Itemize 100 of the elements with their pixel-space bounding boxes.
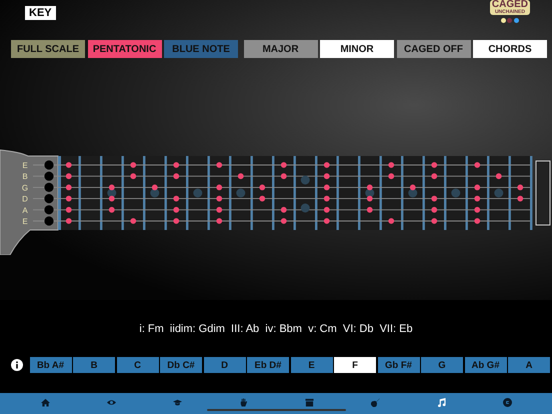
- note-dot: [431, 173, 438, 180]
- note-dot: [216, 184, 222, 190]
- inlay-dot: [300, 176, 310, 184]
- scale-mode-button[interactable]: MINOR: [320, 40, 394, 58]
- note-dot: [216, 206, 222, 213]
- note-dot: [216, 162, 222, 168]
- fretboard-end-block: [536, 160, 550, 226]
- note-dot: [216, 196, 222, 202]
- home-icon[interactable]: [40, 398, 50, 406]
- key-button[interactable]: Db C#: [160, 357, 202, 373]
- note-dot: [431, 218, 438, 224]
- key-button[interactable]: C: [116, 357, 158, 373]
- note-dot: [366, 196, 373, 202]
- open-string-dot: [44, 194, 54, 204]
- key-button[interactable]: G: [421, 357, 463, 373]
- inlay-dot: [451, 188, 460, 198]
- note-dot: [66, 184, 72, 190]
- note-dot: [66, 196, 72, 202]
- note-dot: [238, 173, 244, 180]
- note-dot: [66, 173, 72, 180]
- note-dot: [280, 162, 287, 168]
- note-dot: [130, 173, 136, 180]
- note-dot: [173, 173, 180, 180]
- string-label: G: [22, 183, 28, 192]
- note-dot: [130, 218, 136, 224]
- key-button[interactable]: Bb A#: [30, 357, 72, 373]
- inlay-dot: [236, 188, 246, 198]
- note-dot: [517, 196, 524, 202]
- note-dot: [324, 206, 330, 213]
- graduation-cap-icon[interactable]: [172, 398, 182, 406]
- key-button[interactable]: D: [204, 357, 246, 373]
- info-icon[interactable]: [11, 359, 23, 371]
- key-button[interactable]: E: [290, 357, 332, 373]
- string-label: D: [22, 194, 28, 204]
- key-button[interactable]: F: [334, 357, 376, 373]
- note-dot: [280, 218, 287, 224]
- note-dot: [366, 184, 373, 190]
- hand-icon[interactable]: [238, 398, 248, 406]
- key-button[interactable]: B: [73, 357, 115, 373]
- legend-button[interactable]: BLUE NOTE: [164, 40, 238, 58]
- string-label: B: [22, 172, 28, 182]
- note-dot: [388, 218, 394, 224]
- note-dot: [259, 184, 266, 190]
- note-dot: [474, 196, 480, 202]
- archive-box-icon[interactable]: [304, 398, 314, 406]
- legend-button[interactable]: FULL SCALE: [11, 40, 85, 58]
- note-dot: [66, 162, 72, 168]
- toggle-button[interactable]: CAGED OFF: [396, 40, 470, 58]
- toggle-button[interactable]: CHORDS: [473, 40, 547, 58]
- note-dot: [173, 206, 180, 213]
- string-label: E: [22, 161, 28, 170]
- open-string-dot: [44, 172, 54, 181]
- note-dot: [259, 196, 266, 202]
- note-dot: [324, 173, 330, 180]
- key-label: KEY: [25, 6, 56, 20]
- note-dot: [496, 173, 502, 180]
- note-dot: [474, 218, 480, 224]
- note-dot: [108, 196, 115, 202]
- open-string-dot: [44, 160, 54, 170]
- note-dot: [216, 218, 222, 224]
- key-button[interactable]: Ab G#: [464, 357, 506, 373]
- note-dot: [431, 196, 438, 202]
- note-dot: [108, 184, 115, 190]
- chord-list: i: Fm iidim: Gdim III: Ab iv: Bbm v: Cm VI: Db VII: Eb: [0, 323, 552, 335]
- inlay-dot: [300, 204, 310, 212]
- key-button[interactable]: A: [508, 357, 550, 373]
- note-dot: [410, 184, 416, 190]
- note-dot: [324, 184, 330, 190]
- note-dot: [366, 206, 373, 213]
- note-dot: [431, 206, 438, 213]
- note-dot: [108, 206, 115, 213]
- note-dot: [152, 184, 158, 190]
- guitar-icon[interactable]: [370, 398, 380, 406]
- note-dot: [173, 162, 180, 168]
- note-dot: [173, 196, 180, 202]
- note-dot: [173, 218, 180, 224]
- note-dot: [324, 218, 330, 224]
- note-dot: [324, 196, 330, 202]
- note-dot: [388, 173, 394, 180]
- string-label: A: [22, 206, 28, 215]
- inlay-dot: [494, 188, 504, 198]
- music-note-icon[interactable]: [436, 398, 446, 406]
- open-string-dot: [44, 182, 54, 192]
- note-dot: [388, 162, 394, 168]
- key-button[interactable]: Eb D#: [247, 357, 289, 373]
- legend-button[interactable]: PENTATONIC: [88, 40, 162, 58]
- note-dot: [517, 184, 524, 190]
- note-dot: [66, 218, 72, 224]
- open-string-dot: [44, 205, 54, 214]
- eye-icon[interactable]: [106, 398, 116, 406]
- note-dot: [474, 184, 480, 190]
- key-button[interactable]: Gb F#: [378, 357, 420, 373]
- note-dot: [324, 162, 330, 168]
- note-dot: [66, 206, 72, 213]
- circle-c-icon[interactable]: [502, 398, 512, 406]
- string-label: E: [22, 217, 28, 226]
- note-dot: [280, 206, 287, 213]
- note-dot: [431, 162, 438, 168]
- note-dot: [474, 206, 480, 213]
- scale-mode-button[interactable]: MAJOR: [244, 40, 318, 58]
